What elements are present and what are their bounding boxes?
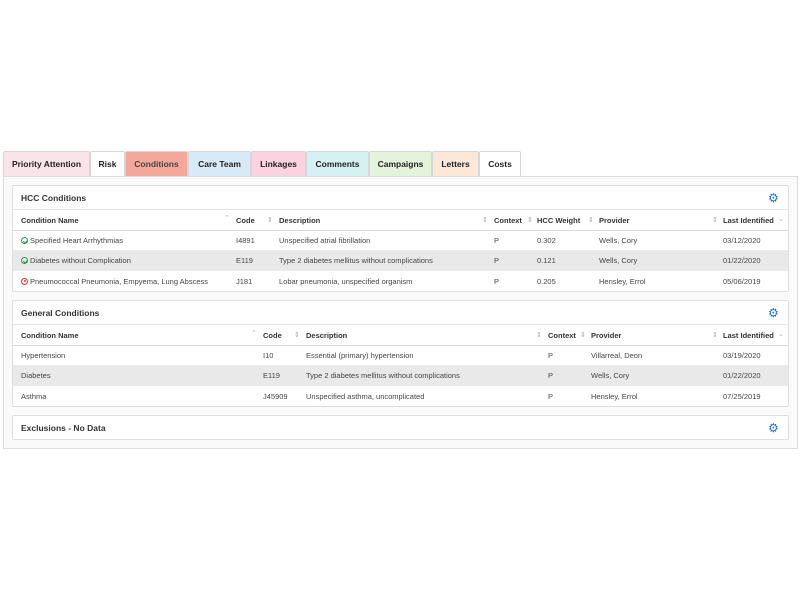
column-header-last-identified[interactable]: Last Identified [723,325,774,345]
table-row[interactable]: Diabetes E119 Type 2 diabetes mellitus w… [13,366,788,386]
provider-cell: Hensley, Errol [599,276,646,286]
tab-conditions[interactable]: Conditions [125,151,188,176]
column-header-description[interactable]: Description [306,325,347,345]
hcc-weight-cell: 0.121 [537,256,556,265]
description-cell: Type 2 diabetes mellitus without complic… [306,371,460,380]
table-row[interactable]: Hypertension I10 Essential (primary) hyp… [13,346,788,366]
gear-icon[interactable]: ⚙ [768,192,780,204]
context-cell: P [494,276,500,286]
table-row[interactable]: Specified Heart Arrhythmias I4891 Unspec… [13,231,788,251]
general-conditions-panel: General Conditions ⚙ Condition Name ⌃ Co… [12,300,789,407]
sort-asc-icon[interactable]: ⌃ [251,329,257,337]
context-cell: P [494,236,500,245]
context-cell: P [548,391,554,401]
condition-name-cell: Diabetes without Complication [21,251,131,270]
description-cell: Essential (primary) hypertension [306,351,414,360]
code-cell: E119 [263,371,280,380]
table-header: Condition Name ⌃ Code ⇕ Description ⇕ Co… [13,209,788,231]
sort-icon[interactable]: ⇕ [580,331,586,339]
condition-name: Pneumococcal Pneumonia, Empyema, Lung Ab… [30,276,209,286]
tab-comments[interactable]: Comments [306,151,369,176]
hcc-conditions-panel: HCC Conditions ⚙ Condition Name ⌃ Code ⇕… [12,185,789,292]
exclusions-panel: Exclusions - No Data ⚙ [12,415,789,440]
condition-name-cell: Asthma [21,391,47,401]
tab-costs[interactable]: Costs [479,151,521,176]
table-row[interactable]: Pneumococcal Pneumonia, Empyema, Lung Ab… [13,271,788,291]
description-cell: Lobar pneumonia, unspecified organism [279,276,413,286]
hcc-weight-cell: 0.205 [537,276,556,286]
provider-cell: Wells, Cory [599,256,638,265]
error-circle-icon [21,277,28,285]
last-identified-cell: 07/25/2019 [723,391,761,401]
condition-name-cell: Diabetes [21,371,51,380]
check-circle-icon [21,257,28,264]
sort-icon[interactable]: ⇕ [294,331,300,339]
last-identified-cell: 03/12/2020 [723,236,761,245]
condition-name-cell: Pneumococcal Pneumonia, Empyema, Lung Ab… [21,271,208,291]
condition-name: Diabetes without Complication [30,256,131,265]
code-cell: J45909 [263,391,288,401]
column-header-hcc-weight[interactable]: HCC Weight [537,210,580,230]
provider-cell: Hensley, Errol [591,391,638,401]
sort-icon[interactable]: ⇕ [536,331,542,339]
sort-icon[interactable]: ⇕ [527,216,533,224]
provider-cell: Wells, Cory [599,236,638,245]
tab-campaigns[interactable]: Campaigns [369,151,432,176]
table-row[interactable]: Asthma J45909 Unspecified asthma, uncomp… [13,386,788,406]
tab-care-team[interactable]: Care Team [188,151,251,176]
gear-icon[interactable]: ⚙ [768,422,780,434]
sort-icon[interactable]: ⇕ [588,216,594,224]
check-circle-icon [21,237,28,244]
code-cell: I10 [263,351,274,360]
condition-name-cell: Specified Heart Arrhythmias [21,231,123,250]
table-row[interactable]: Diabetes without Complication E119 Type … [13,251,788,271]
context-cell: P [548,351,554,360]
column-header-last-identified[interactable]: Last Identified [723,210,774,230]
column-header-provider[interactable]: Provider [599,210,629,230]
last-identified-cell: 03/19/2020 [723,351,761,360]
column-header-condition-name[interactable]: Condition Name [21,210,79,230]
table-header: Condition Name ⌃ Code ⇕ Description ⇕ Co… [13,324,788,346]
provider-cell: Villarreal, Deon [591,351,643,360]
condition-name: Specified Heart Arrhythmias [30,236,123,245]
description-cell: Unspecified atrial fibrillation [279,236,371,245]
sort-asc-icon[interactable]: ⌃ [224,214,230,222]
tab-linkages[interactable]: Linkages [251,151,306,176]
description-cell: Unspecified asthma, uncomplicated [306,391,425,401]
column-header-provider[interactable]: Provider [591,325,621,345]
last-identified-cell: 05/06/2019 [723,276,761,286]
code-cell: I4891 [236,236,255,245]
context-cell: P [494,256,500,265]
code-cell: J181 [236,276,253,286]
column-header-context[interactable]: Context [494,210,522,230]
gear-icon[interactable]: ⚙ [768,307,780,319]
panel-title: HCC Conditions [21,193,87,203]
column-header-code[interactable]: Code [263,325,282,345]
code-cell: E119 [236,256,253,265]
sort-icon[interactable]: ⇕ [267,216,273,224]
tab-bar: Priority Attention Risk Conditions Care … [3,151,521,176]
conditions-content: HCC Conditions ⚙ Condition Name ⌃ Code ⇕… [3,176,798,449]
tab-risk[interactable]: Risk [90,151,125,176]
provider-cell: Wells, Cory [591,371,630,380]
column-header-condition-name[interactable]: Condition Name [21,325,79,345]
column-header-description[interactable]: Description [279,210,320,230]
description-cell: Type 2 diabetes mellitus without complic… [279,256,433,265]
sort-desc-icon[interactable]: ⌄ [778,330,784,338]
condition-name-cell: Hypertension [21,351,66,360]
tab-priority-attention[interactable]: Priority Attention [3,151,90,176]
sort-icon[interactable]: ⇕ [712,331,718,339]
sort-icon[interactable]: ⇕ [482,216,488,224]
context-cell: P [548,371,554,380]
sort-icon[interactable]: ⇕ [712,216,718,224]
panel-title: Exclusions - No Data [21,423,106,433]
hcc-weight-cell: 0.302 [537,236,556,245]
column-header-code[interactable]: Code [236,210,255,230]
sort-desc-icon[interactable]: ⌄ [778,215,784,223]
last-identified-cell: 01/22/2020 [723,371,761,380]
column-header-context[interactable]: Context [548,325,576,345]
panel-title: General Conditions [21,308,100,318]
last-identified-cell: 01/22/2020 [723,256,761,265]
tab-letters[interactable]: Letters [432,151,479,176]
